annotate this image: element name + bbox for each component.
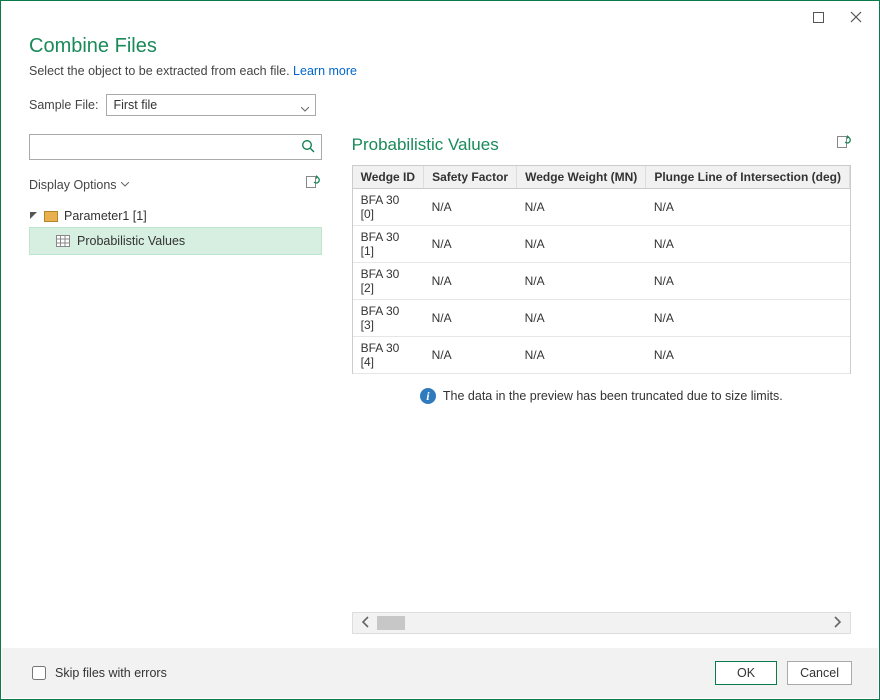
table-cell: N/A — [424, 263, 517, 300]
table-row[interactable]: BFA 30 [1]N/AN/AN/A — [353, 226, 850, 263]
sample-file-value: First file — [113, 98, 157, 112]
sample-file-select[interactable]: First file — [106, 94, 316, 116]
table-row[interactable]: BFA 30 [3]N/AN/AN/A — [353, 300, 850, 337]
tree-node-parameter1[interactable]: Parameter1 [1] — [29, 205, 322, 227]
dialog-footer: Skip files with errors OK Cancel — [2, 648, 878, 698]
table-cell: N/A — [424, 337, 517, 374]
scrollbar-thumb[interactable] — [377, 616, 405, 630]
folder-icon — [44, 211, 58, 222]
table-row[interactable]: BFA 30 [4]N/AN/AN/A — [353, 337, 850, 374]
table-cell: BFA 30 [2] — [353, 263, 424, 300]
ok-button[interactable]: OK — [715, 661, 777, 685]
refresh-icon[interactable] — [304, 174, 320, 195]
table-cell: N/A — [517, 189, 646, 226]
dialog-title: Combine Files — [29, 35, 851, 58]
table-cell: BFA 30 [3] — [353, 300, 424, 337]
column-header[interactable]: Safety Factor — [424, 166, 517, 189]
dialog-subtitle: Select the object to be extracted from e… — [29, 64, 851, 78]
truncation-notice: i The data in the preview has been trunc… — [352, 388, 851, 404]
table-cell: N/A — [517, 263, 646, 300]
titlebar — [1, 1, 879, 33]
cancel-button[interactable]: Cancel — [787, 661, 852, 685]
table-cell: BFA 30 [1] — [353, 226, 424, 263]
horizontal-scrollbar[interactable] — [352, 612, 851, 634]
table-cell: N/A — [646, 189, 850, 226]
tree-node-probabilistic-values[interactable]: Probabilistic Values — [29, 227, 322, 255]
scroll-right-arrow-icon[interactable] — [828, 615, 846, 631]
skip-files-checkbox[interactable] — [32, 666, 46, 680]
table-cell: N/A — [646, 337, 850, 374]
close-button[interactable] — [839, 4, 873, 30]
table-row[interactable]: BFA 30 [0]N/AN/AN/A — [353, 189, 850, 226]
tree-child-label: Probabilistic Values — [77, 234, 185, 248]
table-cell: N/A — [517, 226, 646, 263]
column-header[interactable]: Wedge Weight (MN) — [517, 166, 646, 189]
table-cell: N/A — [646, 226, 850, 263]
table-header-row: Wedge IDSafety FactorWedge Weight (MN)Pl… — [353, 166, 850, 189]
table-cell: N/A — [424, 189, 517, 226]
table-cell: BFA 30 [0] — [353, 189, 424, 226]
table-cell: N/A — [517, 337, 646, 374]
info-icon: i — [420, 388, 436, 404]
maximize-button[interactable] — [801, 4, 835, 30]
table-cell: N/A — [424, 226, 517, 263]
table-icon — [56, 235, 70, 247]
chevron-down-icon — [121, 182, 129, 188]
table-cell: BFA 30 [4] — [353, 337, 424, 374]
chevron-down-icon — [301, 102, 309, 116]
skip-files-label: Skip files with errors — [55, 666, 167, 680]
preview-title: Probabilistic Values — [352, 135, 499, 155]
display-options-label: Display Options — [29, 178, 117, 192]
subtitle-text: Select the object to be extracted from e… — [29, 64, 293, 78]
table-row[interactable]: BFA 30 [2]N/AN/AN/A — [353, 263, 850, 300]
preview-table: Wedge IDSafety FactorWedge Weight (MN)Pl… — [353, 166, 850, 374]
table-cell: N/A — [646, 300, 850, 337]
scroll-left-arrow-icon[interactable] — [357, 615, 375, 631]
search-icon[interactable] — [301, 139, 316, 159]
search-input-wrap — [29, 134, 322, 160]
table-cell: N/A — [517, 300, 646, 337]
truncation-text: The data in the preview has been truncat… — [443, 389, 783, 403]
search-input[interactable] — [30, 135, 321, 159]
skip-files-checkbox-wrap[interactable]: Skip files with errors — [28, 663, 167, 683]
learn-more-link[interactable]: Learn more — [293, 64, 357, 78]
tree-parent-label: Parameter1 [1] — [64, 209, 147, 223]
sample-file-label: Sample File: — [29, 98, 98, 112]
column-header[interactable]: Wedge ID — [353, 166, 424, 189]
expand-collapse-icon[interactable] — [29, 209, 38, 223]
table-cell: N/A — [646, 263, 850, 300]
column-header[interactable]: Plunge Line of Intersection (deg) — [646, 166, 850, 189]
scrollbar-track[interactable] — [375, 616, 828, 630]
refresh-preview-icon[interactable] — [835, 134, 851, 155]
preview-table-wrap: Wedge IDSafety FactorWedge Weight (MN)Pl… — [352, 165, 851, 374]
navigator-tree: Parameter1 [1] Probabilistic Values — [29, 205, 322, 255]
display-options-menu[interactable]: Display Options — [29, 178, 129, 192]
table-cell: N/A — [424, 300, 517, 337]
